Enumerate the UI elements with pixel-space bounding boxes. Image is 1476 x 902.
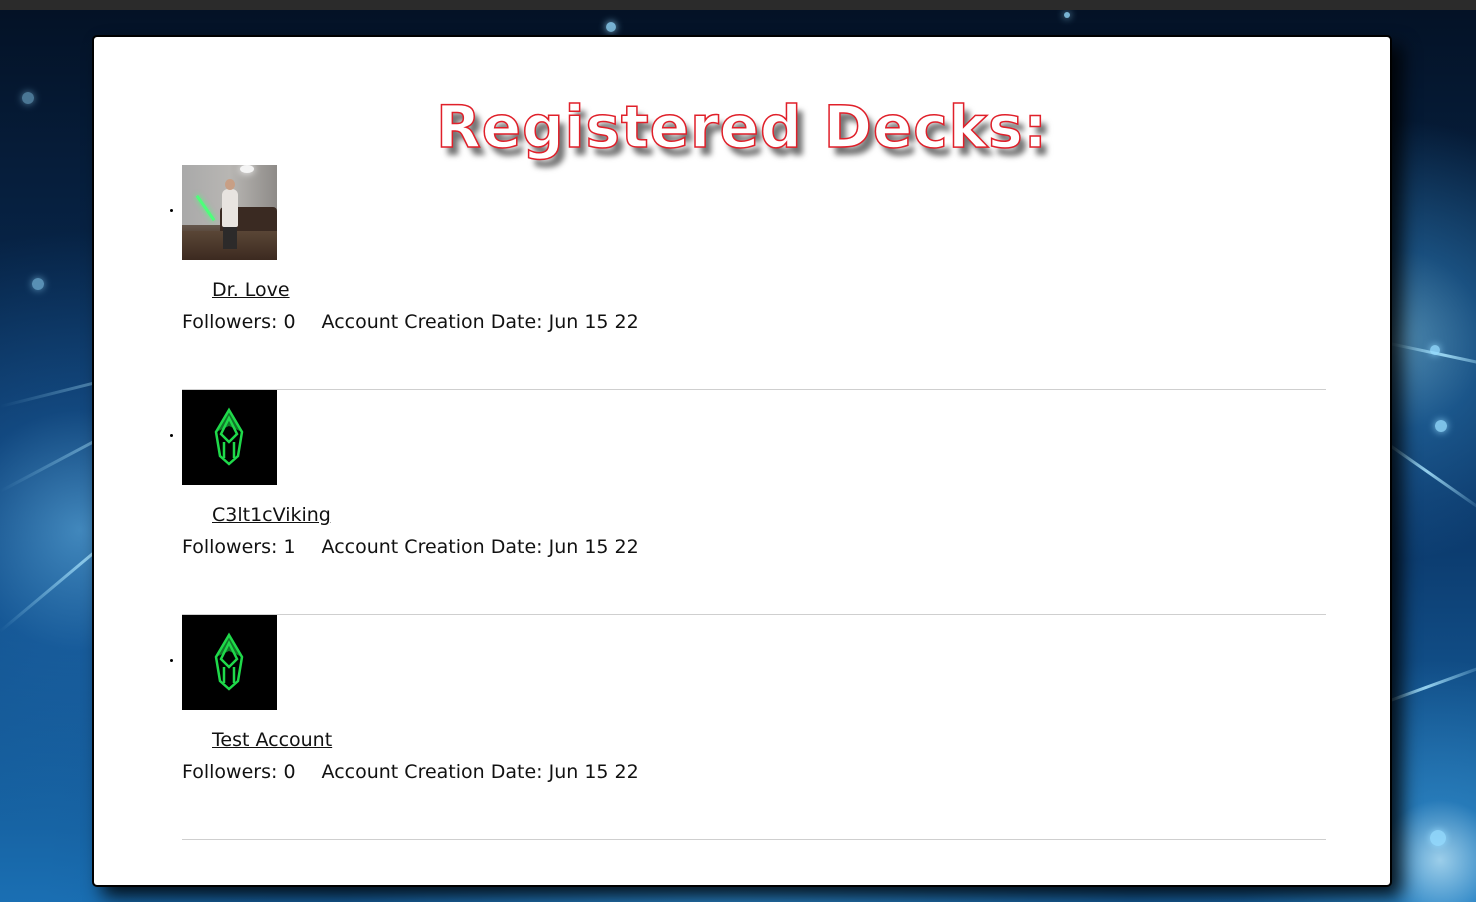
deck-name-link[interactable]: C3lt1cViking — [212, 504, 331, 526]
list-bullet — [170, 209, 173, 212]
browser-top-bar — [0, 0, 1476, 10]
deck-list: Dr. Love Followers: 0 Account Creation Da… — [170, 165, 1326, 840]
deck-stats: Followers: 1 Account Creation Date: Jun 1… — [182, 536, 639, 558]
followers-label: Followers: — [182, 536, 278, 558]
registered-decks-panel: Registered Decks: Dr. Love Followers: 0 A… — [92, 35, 1392, 887]
deck-name-link[interactable]: Test Account — [212, 729, 332, 751]
avatar[interactable] — [182, 615, 277, 710]
creation-date: Jun 15 22 — [548, 311, 639, 333]
followers-label: Followers: — [182, 311, 278, 333]
green-emblem-icon — [214, 407, 244, 466]
avatar[interactable] — [182, 390, 277, 485]
creation-date-label: Account Creation Date: — [321, 311, 543, 333]
list-item: C3lt1cViking Followers: 1 Account Creatio… — [170, 390, 1326, 615]
list-bullet — [170, 434, 173, 437]
followers-count: 0 — [283, 311, 296, 333]
deck-stats: Followers: 0 Account Creation Date: Jun 1… — [182, 311, 639, 333]
creation-date: Jun 15 22 — [548, 536, 639, 558]
avatar[interactable] — [182, 165, 277, 260]
followers-count: 0 — [283, 761, 296, 783]
creation-date-label: Account Creation Date: — [321, 536, 543, 558]
creation-date-label: Account Creation Date: — [321, 761, 543, 783]
green-emblem-icon — [214, 632, 244, 691]
page-title: Registered Decks: — [435, 92, 1048, 162]
followers-count: 1 — [283, 536, 296, 558]
list-bullet — [170, 659, 173, 662]
list-item: Test Account Followers: 0 Account Creatio… — [170, 615, 1326, 840]
list-item: Dr. Love Followers: 0 Account Creation Da… — [170, 165, 1326, 390]
deck-stats: Followers: 0 Account Creation Date: Jun 1… — [182, 761, 639, 783]
deck-name-link[interactable]: Dr. Love — [212, 279, 290, 301]
creation-date: Jun 15 22 — [548, 761, 639, 783]
followers-label: Followers: — [182, 761, 278, 783]
